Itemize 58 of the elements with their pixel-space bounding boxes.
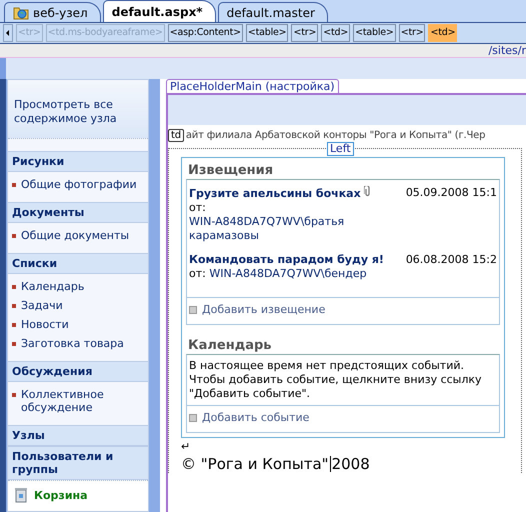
add-icon: [189, 414, 197, 422]
placeholder-label: PlaceHolderMain (настройка): [166, 79, 339, 93]
bullet-icon: [12, 393, 16, 397]
add-link[interactable]: Добавить извещение: [202, 303, 326, 316]
bullet-icon: [12, 285, 16, 289]
section-heading[interactable]: Узлы: [8, 425, 148, 446]
tag-button[interactable]: <table>: [246, 24, 288, 42]
web-part-title: Календарь: [187, 337, 273, 354]
date-text: 06.08.2008 15:2: [406, 253, 498, 268]
section-heading[interactable]: Рисунки: [8, 151, 148, 172]
web-part-title: Извещения: [187, 162, 274, 179]
text-cursor: [330, 456, 331, 472]
add-link[interactable]: Добавить событие: [202, 411, 310, 424]
section-heading[interactable]: Списки: [8, 253, 148, 274]
tag-button[interactable]: <tr>: [291, 24, 318, 42]
sidebar-link[interactable]: Заготовка товара: [21, 337, 124, 350]
tag-button[interactable]: <tr>: [398, 24, 426, 42]
folder-globe-icon: [13, 6, 29, 20]
tag-button[interactable]: <table>: [353, 24, 396, 42]
bullet-icon: [12, 323, 16, 327]
site-title: айт филиала Арбатовской конторы "Рога и Копыта" (г.Чер: [186, 130, 486, 141]
bullet-icon: [12, 183, 16, 187]
sidebar-link[interactable]: Новости: [21, 318, 69, 331]
add-icon: [189, 306, 197, 314]
sidebar-link[interactable]: Задачи: [21, 299, 63, 312]
announcement-title[interactable]: Грузите апельсины бочках: [189, 187, 361, 200]
year-text: 2008: [332, 455, 370, 473]
author-link[interactable]: WIN-A848DA7Q7WV\братья карамазовы: [189, 215, 385, 243]
from-label: от:: [189, 201, 206, 214]
sidebar-link[interactable]: Коллективное обсуждение: [21, 388, 144, 414]
sidebar-link[interactable]: Общие фотографии: [21, 178, 137, 191]
url-text: /sites/r: [488, 44, 526, 57]
tag-button[interactable]: <td>: [428, 24, 458, 42]
section-heading[interactable]: Документы: [8, 202, 148, 223]
bullet-icon: [12, 234, 16, 238]
from-label: от:: [189, 267, 206, 280]
scroll-left-icon[interactable]: [3, 24, 13, 42]
document-tab[interactable]: default.master: [218, 2, 328, 22]
bullet-icon: [12, 342, 16, 346]
empty-message: В настоящее время нет предстоящих событий. Чтобы добавить событие, щелкните внизу ссылку "Добавить событие".: [187, 355, 499, 406]
zone-label: Left: [327, 142, 354, 156]
trash-can-icon: [14, 487, 28, 503]
tag-button[interactable]: <asp:Content>: [168, 24, 243, 42]
section-heading[interactable]: Пользователи и группы: [8, 446, 148, 480]
recycle-bin-link[interactable]: Корзина: [34, 488, 88, 502]
cell-tag: td: [168, 129, 184, 142]
document-tab[interactable]: веб-узел: [4, 2, 101, 22]
paragraph-mark: ↵: [181, 440, 192, 453]
bullet-icon: [12, 304, 16, 308]
author-link[interactable]: WIN-A848DA7Q7WV\бендер: [209, 267, 367, 281]
tag-button[interactable]: <td>: [321, 24, 350, 42]
document-tab[interactable]: default.aspx*: [102, 0, 216, 22]
section-heading[interactable]: Обсуждения: [8, 361, 148, 382]
announcement-title[interactable]: Командовать парадом буду я!: [189, 253, 384, 266]
sidebar-link[interactable]: Общие документы: [21, 229, 130, 242]
copyright-text: © "Рога и Копыта": [181, 455, 329, 473]
sidebar-link[interactable]: Календарь: [21, 280, 84, 293]
date-text: 05.09.2008 15:1: [406, 186, 498, 201]
